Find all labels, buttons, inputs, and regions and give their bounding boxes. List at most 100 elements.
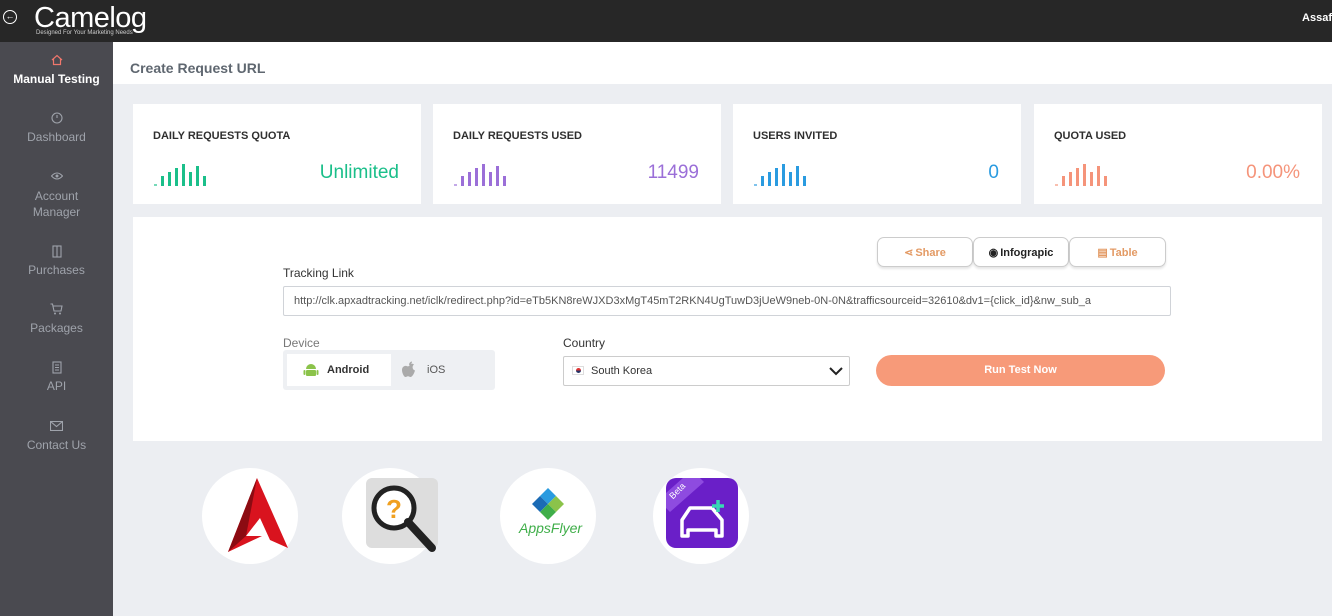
partner-beta-car[interactable]: Beta	[653, 468, 749, 564]
bar-chart-icon	[454, 162, 514, 186]
tab-label: Share	[915, 247, 946, 259]
page-header: Create Request URL	[113, 42, 1332, 84]
sidebar-item-api[interactable]: API	[0, 361, 113, 393]
tab-table[interactable]: ▤ Table	[1069, 237, 1166, 267]
bar-icon-segment	[468, 172, 471, 186]
bar-icon-segment	[775, 168, 778, 186]
sidebar-item-dashboard[interactable]: Dashboard	[0, 112, 113, 144]
bar-icon-segment	[161, 176, 164, 186]
logo-tagline: Designed For Your Marketing Needs	[36, 30, 133, 36]
bar-icon-segment	[189, 172, 192, 186]
sidebar-item-purchases[interactable]: Purchases	[0, 245, 113, 277]
bar-icon-segment	[496, 166, 499, 186]
svg-text:?: ?	[386, 494, 402, 524]
device-option-android[interactable]: Android	[287, 354, 391, 386]
device-toggle: Android iOS	[283, 350, 495, 390]
home-icon	[0, 54, 113, 68]
bar-icon-segment	[1090, 172, 1093, 186]
chevron-down-icon	[829, 367, 843, 376]
back-arrow-icon[interactable]: ←	[3, 10, 17, 24]
country-value: South Korea	[591, 365, 653, 377]
bar-chart-icon	[154, 162, 214, 186]
android-icon	[303, 364, 319, 376]
tracking-link-label: Tracking Link	[283, 266, 354, 280]
sidebar-item-label: Account Manager	[32, 189, 81, 219]
page-title: Create Request URL	[130, 60, 266, 76]
adjust-logo-icon	[228, 478, 288, 552]
bar-icon-segment	[782, 164, 785, 186]
bar-chart-icon	[1055, 162, 1115, 186]
bar-icon-segment	[1076, 168, 1079, 186]
cart-icon	[0, 303, 113, 317]
run-test-button[interactable]: Run Test Now	[876, 355, 1165, 386]
stat-card-daily-requests-quota: DAILY REQUESTS QUOTA Unlimited	[133, 104, 421, 204]
tab-label: Table	[1109, 247, 1138, 259]
magnifier-logo-icon: ?	[371, 485, 436, 552]
beta-car-logo-icon: Beta	[666, 478, 738, 548]
bar-icon-segment	[196, 166, 199, 186]
sidebar-item-account-manager[interactable]: Account Manager	[0, 170, 113, 220]
bar-icon-segment	[754, 184, 757, 186]
device-option-label: iOS	[427, 364, 446, 376]
bar-icon-segment	[203, 176, 206, 186]
bar-icon-segment	[154, 184, 157, 186]
stat-value: 11499	[647, 162, 699, 183]
bar-icon-segment	[168, 172, 171, 186]
stat-label: DAILY REQUESTS USED	[453, 130, 582, 142]
bar-icon-segment	[1069, 172, 1072, 186]
bar-icon-segment	[1097, 166, 1100, 186]
document-icon	[0, 361, 113, 375]
tab-infograpic[interactable]: ◉ Infograpic	[973, 237, 1069, 267]
sidebar-item-contact-us[interactable]: Contact Us	[0, 420, 113, 452]
bar-icon-segment	[489, 172, 492, 186]
country-label: Country	[563, 336, 606, 350]
gauge-icon	[0, 112, 113, 126]
bar-icon-segment	[1055, 184, 1058, 186]
tab-share[interactable]: ⋖ Share	[877, 237, 973, 267]
table-icon: ▤	[1097, 247, 1108, 259]
sidebar-item-packages[interactable]: Packages	[0, 303, 113, 335]
stat-card-daily-requests-used: DAILY REQUESTS USED 11499	[433, 104, 721, 204]
columns-icon	[0, 245, 113, 259]
top-bar: ← Camelog Designed For Your Marketing Ne…	[0, 0, 1332, 42]
bar-icon-segment	[182, 164, 185, 186]
stat-value: 0	[988, 162, 999, 183]
south-korea-flag-icon	[572, 366, 584, 375]
mail-icon	[0, 420, 113, 434]
bar-icon-segment	[461, 176, 464, 186]
bar-icon-segment	[1062, 176, 1065, 186]
request-panel: ⋖ Share ◉ Infograpic ▤ Table Tracking Link …	[133, 217, 1322, 441]
stat-card-users-invited: USERS INVITED 0	[733, 104, 1021, 204]
bar-icon-segment	[454, 184, 457, 186]
bar-icon-segment	[1104, 176, 1107, 186]
bar-icon-segment	[1083, 164, 1086, 186]
partner-adjust[interactable]	[202, 468, 298, 564]
tab-label: Infograpic	[1000, 247, 1054, 259]
partner-appsflyer[interactable]: AppsFlyer	[500, 468, 596, 564]
bar-chart-icon	[754, 162, 814, 186]
sidebar-item-label: Packages	[30, 321, 83, 335]
globe-icon: ◉	[988, 247, 999, 259]
appsflyer-wordmark: AppsFlyer	[519, 520, 583, 536]
share-icon: ⋖	[904, 247, 914, 259]
tracking-link-input[interactable]: http://clk.apxadtracking.net/iclk/redire…	[283, 286, 1171, 316]
stat-value: 0.00%	[1246, 162, 1300, 183]
partner-magnifier[interactable]: ?	[342, 468, 438, 564]
country-select[interactable]: South Korea	[563, 356, 850, 386]
bar-icon-segment	[175, 168, 178, 186]
sidebar-item-manual-testing[interactable]: Manual Testing	[0, 54, 113, 86]
view-tabs: ⋖ Share ◉ Infograpic ▤ Table	[877, 237, 1167, 267]
bar-icon-segment	[475, 168, 478, 186]
stat-label: USERS INVITED	[753, 130, 838, 142]
bar-icon-segment	[803, 176, 806, 186]
sidebar-item-label: API	[46, 379, 67, 393]
sidebar-item-label: Purchases	[28, 263, 85, 277]
sidebar: Manual Testing Dashboard Account Manager…	[0, 42, 113, 616]
stat-card-quota-used: QUOTA USED 0.00%	[1034, 104, 1322, 204]
device-label: Device	[283, 336, 320, 350]
user-name[interactable]: Assaf	[1302, 12, 1332, 24]
stat-label: QUOTA USED	[1054, 130, 1127, 142]
eye-icon	[0, 170, 113, 184]
sidebar-item-label: Manual Testing	[13, 72, 100, 86]
device-option-ios[interactable]: iOS	[393, 354, 491, 386]
